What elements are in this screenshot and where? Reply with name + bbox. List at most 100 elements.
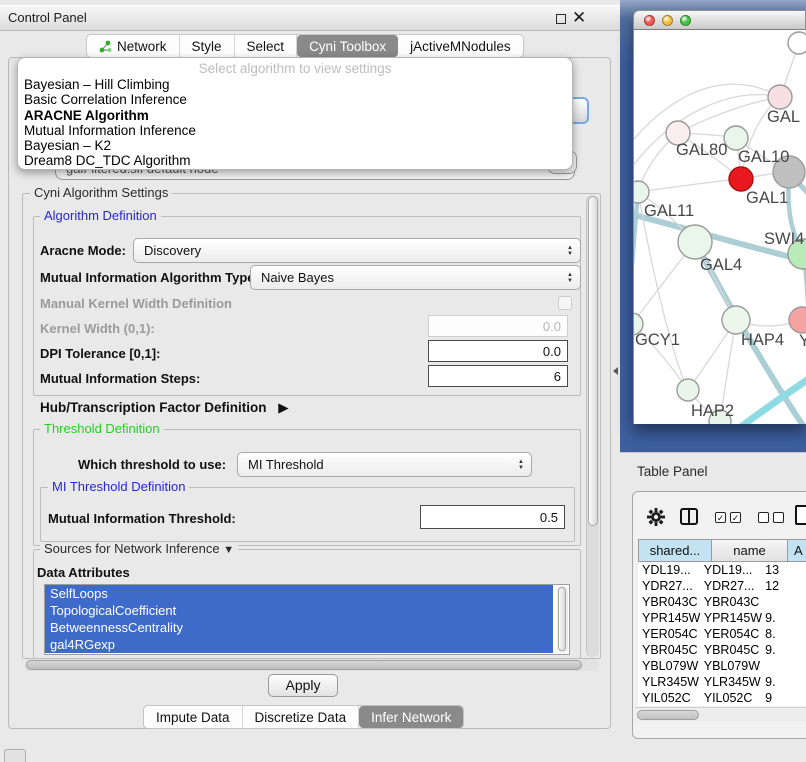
table-row[interactable]: YBL079WYBL079W	[638, 658, 806, 674]
column-header-name[interactable]: name	[712, 539, 788, 562]
column-header-shared[interactable]: shared...	[638, 539, 712, 562]
table-row[interactable]: YPR145WYPR145W9.	[638, 610, 806, 626]
attributes-list-scrollbar-thumb[interactable]	[558, 587, 566, 651]
gear-icon[interactable]	[647, 508, 665, 526]
window-zoom-icon[interactable]	[680, 15, 691, 26]
node-unlabeled-top[interactable]	[788, 32, 806, 54]
table-row[interactable]: YIL052CYIL052C9	[638, 690, 806, 706]
network-edge	[634, 84, 780, 145]
window-close-icon[interactable]	[644, 15, 655, 26]
tab-network[interactable]: Network	[87, 35, 180, 57]
table-horizontal-scrollbar-thumb[interactable]	[637, 710, 699, 720]
settings-horizontal-scrollbar-thumb[interactable]	[26, 660, 582, 670]
table-cell: YPR145W	[638, 610, 700, 626]
bottom-tab-infer-network-label: Infer Network	[371, 710, 451, 725]
unchecked-checkbox-icon[interactable]	[773, 512, 784, 523]
node-gal4[interactable]	[678, 225, 712, 259]
node-pink-right[interactable]	[789, 307, 806, 333]
apply-button[interactable]: Apply	[268, 674, 338, 697]
node-label-hap2: HAP2	[691, 402, 734, 420]
close-panel-icon[interactable]: ✕	[572, 7, 586, 29]
data-attributes-list[interactable]: SelfLoopsTopologicalCoefficientBetweenne…	[44, 584, 570, 655]
checked-checkbox-icon[interactable]: ✓	[730, 512, 741, 523]
column-chooser-icon[interactable]	[680, 508, 698, 525]
attribute-item-gal4rgexp[interactable]: gal4RGexp	[45, 636, 553, 653]
table-cell: YLR345W	[700, 674, 763, 690]
mi-threshold-label: Mutual Information Threshold:	[48, 511, 236, 526]
expanded-arrow-icon[interactable]: ▼	[223, 544, 234, 556]
collapsed-arrow-icon[interactable]: ▶	[278, 400, 288, 415]
minimized-panel-icon[interactable]	[4, 749, 26, 762]
hub-definition-toggle[interactable]: Hub/Transcription Factor Definition ▶	[40, 400, 289, 416]
network-window-titlebar[interactable]	[633, 10, 806, 30]
node-gal-top-right[interactable]	[768, 85, 792, 109]
node-label-gal10: GAL10	[738, 148, 789, 166]
algorithm-option-bayesian-k2[interactable]: Bayesian – K2	[18, 138, 572, 153]
float-panel-icon[interactable]	[556, 14, 566, 24]
mi-type-select[interactable]: Naive Bayes ▲▼	[250, 265, 581, 290]
algorithm-option-basic-correlation-inference[interactable]: Basic Correlation Inference	[18, 92, 572, 107]
column-header-a[interactable]: A	[788, 539, 806, 562]
algorithm-option-aracne-algorithm[interactable]: ARACNE Algorithm	[18, 108, 572, 123]
table-row[interactable]: YDL19...YDL19...13	[638, 562, 806, 578]
tab-style[interactable]: Style	[180, 35, 235, 57]
network-canvas[interactable]: GALGAL80GAL10GAL1GAL11SWI4GAL4GCY1HAP4YH…	[633, 30, 806, 424]
bottom-tab-infer-network[interactable]: Infer Network	[359, 706, 463, 728]
table-cell: YDL19...	[638, 562, 700, 578]
tab-jactivemnodules[interactable]: jActiveMNodules	[398, 35, 523, 57]
tab-network-label: Network	[117, 39, 167, 54]
mi-steps-field[interactable]	[428, 365, 568, 387]
aracne-mode-select[interactable]: Discovery ▲▼	[133, 238, 581, 263]
mi-threshold-field[interactable]	[420, 505, 565, 529]
table-cell: YPR145W	[700, 610, 763, 626]
aracne-mode-label: Aracne Mode:	[40, 243, 126, 258]
table-row[interactable]: YER054CYER054C8.	[638, 626, 806, 642]
table-row[interactable]: YBR045CYBR045C9.	[638, 642, 806, 658]
settings-vertical-scrollbar[interactable]	[586, 195, 599, 657]
node-gal1[interactable]	[729, 167, 753, 191]
document-icon[interactable]	[795, 505, 806, 525]
attribute-item-selfloops[interactable]: SelfLoops	[45, 585, 553, 602]
algorithm-option-bayesian-hill-climbing[interactable]: Bayesian – Hill Climbing	[18, 77, 572, 92]
unchecked-checkbox-icon[interactable]	[758, 512, 769, 523]
node-gal10[interactable]	[724, 126, 748, 150]
which-threshold-select[interactable]: MI Threshold ▲▼	[237, 452, 532, 477]
kernel-width-label: Kernel Width (0,1):	[40, 321, 155, 336]
node-hap4[interactable]	[722, 306, 750, 334]
tab-select[interactable]: Select	[235, 35, 298, 57]
attributes-list-scrollbar[interactable]	[557, 586, 568, 653]
attribute-item-betweennesscentrality[interactable]: BetweennessCentrality	[45, 619, 553, 636]
tab-cyni-toolbox[interactable]: Cyni Toolbox	[297, 35, 398, 57]
checked-checkbox-icon[interactable]: ✓	[715, 512, 726, 523]
table-horizontal-scrollbar[interactable]	[635, 707, 806, 721]
attribute-item-topologicalcoefficient[interactable]: TopologicalCoefficient	[45, 602, 553, 619]
manual-kernel-checkbox[interactable]	[558, 296, 572, 310]
hub-definition-label: Hub/Transcription Factor Definition	[40, 400, 267, 415]
window-minimize-icon[interactable]	[662, 15, 673, 26]
dpi-tolerance-field[interactable]	[428, 340, 568, 362]
table-cell: YIL052C	[700, 690, 763, 706]
table-row[interactable]: YBR043CYBR043C	[638, 594, 806, 610]
table-cell: YBL079W	[700, 658, 763, 674]
spinner-arrows-icon: ▲▼	[567, 266, 573, 289]
table-row[interactable]: YLR345WYLR345W9.	[638, 674, 806, 690]
kernel-width-field[interactable]	[428, 315, 568, 337]
node-label-hap4: HAP4	[741, 331, 784, 349]
node-gal11[interactable]	[634, 181, 649, 203]
settings-horizontal-scrollbar[interactable]	[24, 659, 599, 671]
table-cell: 9.	[763, 674, 806, 690]
split-divider-grip[interactable]	[613, 367, 618, 375]
table-panel-body: ✓ ✓ shared...nameA YDL19...YDL19...13YDR…	[632, 491, 806, 739]
algorithm-option-dream8-dc-tdc-algorithm[interactable]: Dream8 DC_TDC Algorithm	[18, 153, 572, 168]
algorithm-option-mutual-information-inference[interactable]: Mutual Information Inference	[18, 123, 572, 138]
bottom-tab-impute-data[interactable]: Impute Data	[144, 706, 243, 728]
node-label-gal1: GAL1	[746, 189, 788, 207]
node-hap2[interactable]	[677, 379, 699, 401]
bottom-tab-discretize-data[interactable]: Discretize Data	[243, 706, 360, 728]
settings-vertical-scrollbar-thumb[interactable]	[588, 196, 598, 526]
tab-style-label: Style	[192, 39, 222, 54]
algorithm-dropdown[interactable]: Select algorithm to view settings Bayesi…	[17, 57, 573, 170]
tab-jactivemnodules-label: jActiveMNodules	[410, 39, 511, 54]
network-edge	[634, 192, 638, 380]
table-row[interactable]: YDR27...YDR27...12	[638, 578, 806, 594]
